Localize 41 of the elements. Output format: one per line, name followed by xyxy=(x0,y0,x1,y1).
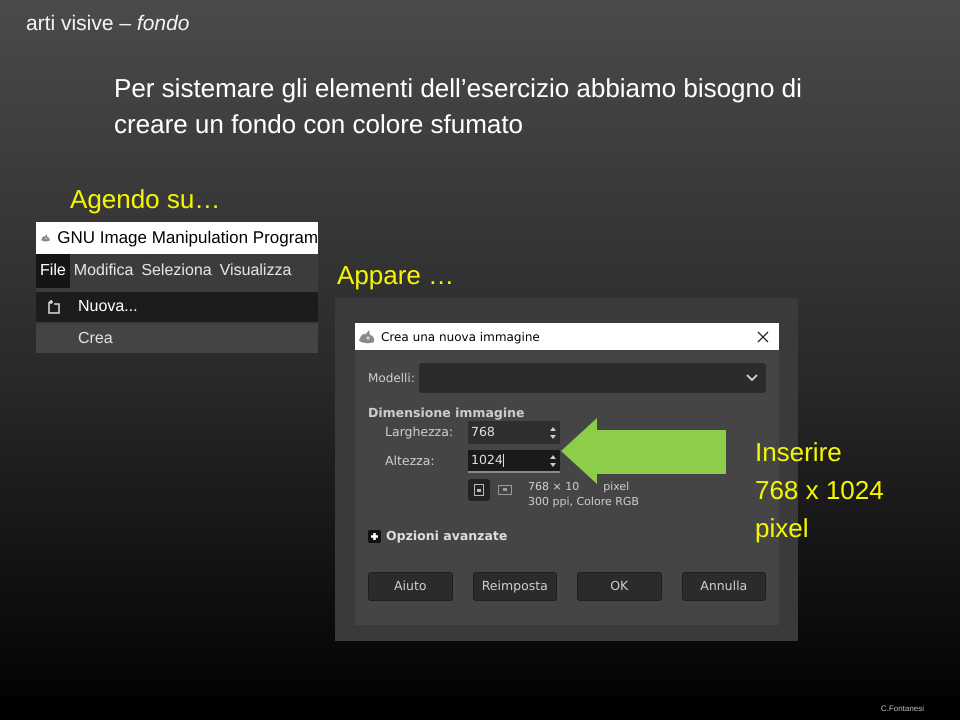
size-info: 768 × 10 xyxy=(528,479,580,494)
intro-text: Per sistemare gli elementi dell’esercizio abbiamo bisogno di creare un fondo con colore sfumato xyxy=(114,72,803,141)
chevron-down-icon xyxy=(746,374,758,382)
expand-icon xyxy=(368,530,381,543)
portrait-toggle[interactable] xyxy=(468,479,490,501)
section-heading: Dimensione immagine xyxy=(368,405,526,420)
resolution-info: 300 ppi, Colore RGB xyxy=(528,494,639,509)
window-title: GNU Image Manipulation Program xyxy=(57,227,318,250)
new-file-icon xyxy=(46,299,62,315)
dialog-title: Crea una nuova immagine xyxy=(381,328,541,346)
field-label: Altezza: xyxy=(385,452,436,470)
spin-arrows-icon[interactable] xyxy=(549,424,557,440)
field-value: 768 xyxy=(471,423,496,442)
menu-item[interactable]: Seleziona xyxy=(137,254,216,288)
step-label: Agendo su… xyxy=(70,183,220,216)
wilber-icon xyxy=(357,328,377,344)
callout-text: 768 x 1024 xyxy=(755,474,884,507)
field-value: 1024 xyxy=(471,451,505,470)
dialog-button[interactable]: Reimposta xyxy=(472,572,557,601)
author-name: C.Fontanesi xyxy=(880,702,924,714)
menu-entry[interactable]: Nuova... xyxy=(36,292,318,322)
spin-arrows-icon[interactable] xyxy=(549,452,557,468)
menu-item[interactable]: File xyxy=(36,254,70,288)
portrait-icon xyxy=(474,484,484,496)
step-label: Appare … xyxy=(337,259,454,292)
dialog-button[interactable]: Aiuto xyxy=(368,572,452,601)
size-info: pixel xyxy=(603,479,630,494)
close-icon[interactable] xyxy=(757,330,769,342)
landscape-icon xyxy=(498,485,512,495)
callout-text: Inserire xyxy=(755,436,843,469)
dialog-button[interactable]: OK xyxy=(577,572,662,601)
callout-text: pixel xyxy=(755,512,810,545)
slide-title: arti visive – fondo xyxy=(26,11,190,37)
menu-item[interactable]: Modifica xyxy=(70,254,138,288)
menu-entry[interactable]: Crea xyxy=(36,324,318,353)
field-label: Modelli: xyxy=(368,370,415,387)
spin-field[interactable]: 1024 xyxy=(468,450,560,473)
field-label: Larghezza: xyxy=(385,423,454,442)
dialog-button[interactable]: Annulla xyxy=(682,572,766,601)
menu-item[interactable]: Visualizza xyxy=(216,254,296,288)
spin-field[interactable]: 768 xyxy=(468,421,560,444)
